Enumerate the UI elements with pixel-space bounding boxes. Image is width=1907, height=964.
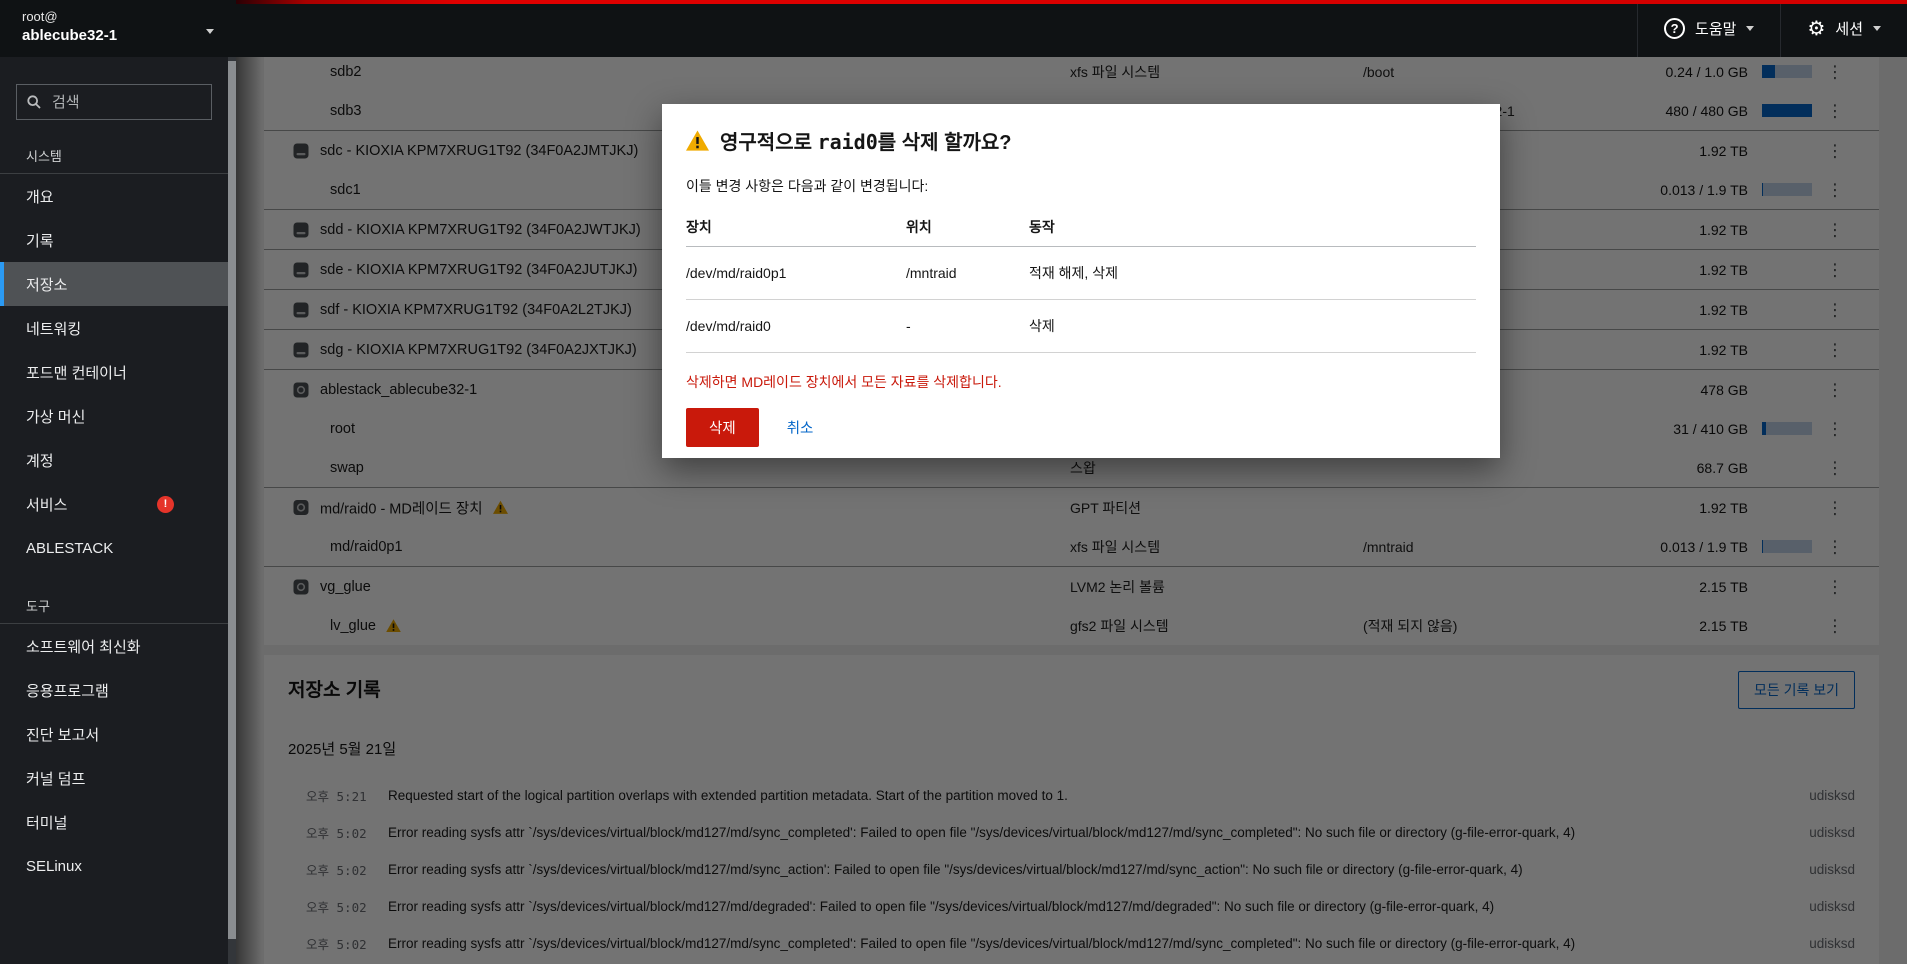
sidebar-item-storage[interactable]: 저장소 [0,262,228,306]
raid-device-name: raid0 [817,130,878,154]
sidebar-scrollbar-thumb[interactable] [228,61,236,939]
dialog-title-text: 영구적으로 raid0를 삭제 할까요? [720,130,1012,154]
change-device: /dev/md/raid0 [686,299,906,353]
sidebar-item-accounts[interactable]: 계정 [0,438,228,482]
cockpit-screen: root@ ablecube32-1 ? 도움말 ⚙ 세션 검색 시스템 개요 … [0,0,1907,964]
dialog-danger-text: 삭제하면 MD레이드 장치에서 모든 자료를 삭제합니다. [686,374,1002,390]
sidebar-item-applications[interactable]: 응용프로그램 [0,668,228,712]
sidebar-item-logs[interactable]: 기록 [0,218,228,262]
hostname: ablecube32-1 [22,27,118,44]
sidebar-item-selinux[interactable]: SELinux [0,844,228,888]
sidebar-nav: 시스템개요기록저장소네트워킹포드맨 컨테이너가상 머신계정서비스! ABLESTA… [0,146,228,888]
host-switcher[interactable]: root@ ablecube32-1 [0,0,236,57]
change-location: /mntraid [906,246,1029,300]
change-device: /dev/md/raid0p1 [686,246,906,300]
nav-section-label: 시스템 [26,149,62,164]
change-location: - [906,299,1029,353]
dialog-change-row: /dev/md/raid0p1/mntraid 적재 해제, 삭제 [686,246,1476,300]
sidebar-scrollbar[interactable] [228,57,236,964]
dialog-change-row: /dev/md/raid0- 삭제 [686,299,1476,353]
sidebar-item-label: SELinux [26,857,82,875]
chevron-down-icon [206,29,214,34]
accent-top-bar [236,0,1907,4]
search-input[interactable] [50,92,194,112]
sidebar-item-services[interactable]: 서비스! [0,482,228,526]
sidebar-item-label: 서비스 [26,496,68,514]
session-menu[interactable]: ⚙ 세션 [1780,0,1907,57]
sidebar-item-terminal[interactable]: 터미널 [0,800,228,844]
sidebar-item-label: ABLESTACK [26,539,114,557]
cancel-button[interactable]: 취소 [787,417,814,438]
warning-icon [686,130,709,151]
delete-button[interactable]: 삭제 [686,408,759,447]
dialog-title: 영구적으로 raid0를 삭제 할까요? [686,126,1476,155]
sidebar-item-label: 가상 머신 [26,408,86,426]
sidebar-item-label: 저장소 [26,276,68,294]
chevron-down-icon [1746,26,1755,31]
change-action: 삭제 [1029,299,1476,353]
search-icon [27,95,41,109]
chevron-down-icon [1873,26,1881,31]
dialog-column-header: 장치 [686,209,906,247]
sidebar-item-label: 포드맨 컨테이너 [26,364,127,382]
sidebar-item-software-updates[interactable]: 소프트웨어 최신화 [0,624,228,668]
sidebar-item-label: 응용프로그램 [26,682,109,700]
change-action: 적재 해제, 삭제 [1029,246,1476,300]
sidebar-item-podman[interactable]: 포드맨 컨테이너 [0,350,228,394]
dialog-column-header: 위치 [906,209,1029,247]
dialog-intro: 이들 변경 사항은 다음과 같이 변경됩니다: [686,178,929,194]
sidebar-item-label: 기록 [26,232,54,250]
sidebar-item-label: 계정 [26,452,54,470]
sidebar-item-label: 개요 [26,188,54,206]
sidebar: 시스템개요기록저장소네트워킹포드맨 컨테이너가상 머신계정서비스! ABLESTA… [0,57,228,964]
dialog-column-header: 동작 [1029,209,1476,247]
help-menu[interactable]: ? 도움말 [1637,0,1780,57]
nav-section-label: 도구 [26,599,50,614]
dialog-changes-table: 장치 위치 동작 /dev/md/raid0p1/mntraid 적재 해제, 삭제 /… [686,209,1476,353]
sidebar-item-label: 진단 보고서 [26,726,100,744]
sidebar-shadow [236,57,262,964]
sidebar-search[interactable] [16,84,212,120]
sidebar-item-ablestack[interactable]: ABLESTACK [0,526,228,570]
sidebar-item-label: 네트워킹 [26,320,82,338]
sidebar-item-virtual-machines[interactable]: 가상 머신 [0,394,228,438]
gear-icon: ⚙ [1807,17,1826,40]
delete-raid-dialog: 영구적으로 raid0를 삭제 할까요? 이들 변경 사항은 다음과 같이 변경… [662,104,1500,458]
help-menu-label: 도움말 [1695,21,1737,38]
masthead-toolbar: ? 도움말 ⚙ 세션 [1637,0,1907,57]
sidebar-item-label: 소프트웨어 최신화 [26,638,141,656]
sidebar-item-label: 터미널 [26,814,68,832]
sidebar-item-overview[interactable]: 개요 [0,174,228,218]
services-alert-badge: ! [157,495,174,513]
dialog-actions: 삭제 취소 [686,408,1476,447]
logged-in-user: root@ [22,9,58,24]
sidebar-item-diagnostic-reports[interactable]: 진단 보고서 [0,712,228,756]
sidebar-item-networking[interactable]: 네트워킹 [0,306,228,350]
masthead: root@ ablecube32-1 ? 도움말 ⚙ 세션 [0,0,1907,57]
session-menu-label: 세션 [1835,21,1863,38]
sidebar-item-label: 커널 덤프 [26,770,86,788]
sidebar-item-kernel-dump[interactable]: 커널 덤프 [0,756,228,800]
help-icon: ? [1664,18,1686,39]
